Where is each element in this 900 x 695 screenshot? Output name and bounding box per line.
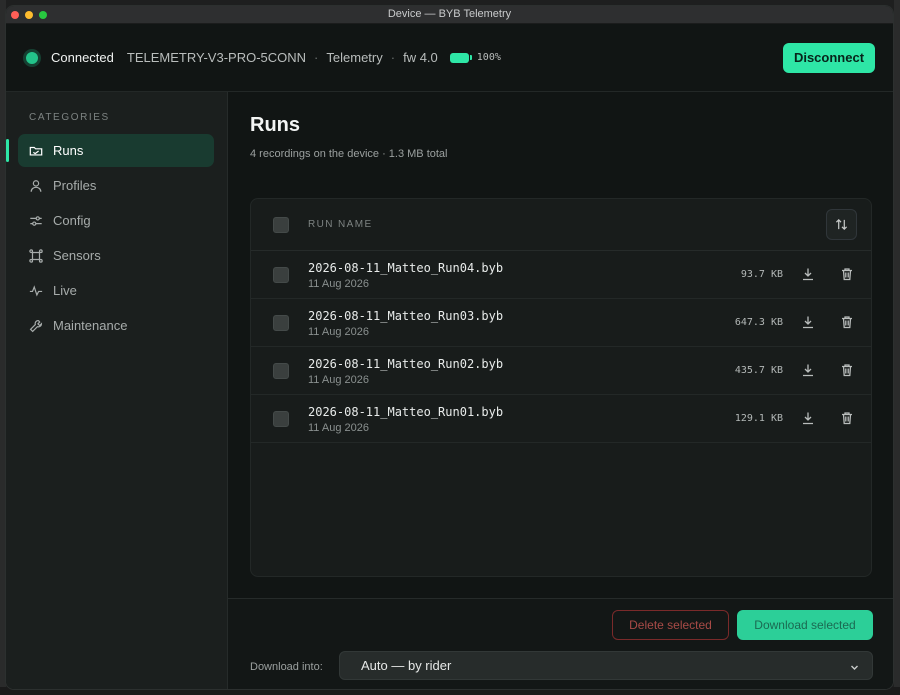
sidebar-item-runs[interactable]: Runs <box>6 134 214 167</box>
chevron-down-icon <box>849 660 860 671</box>
disconnect-button[interactable]: Disconnect <box>783 42 875 73</box>
firmware-version: fw 4.0 <box>403 50 438 65</box>
app-window: Device — BYB Telemetry Connected TELEMET… <box>5 5 894 690</box>
download-icon[interactable] <box>801 267 815 281</box>
run-date: 11 Aug 2026 <box>308 422 369 434</box>
download-icon[interactable] <box>801 315 815 329</box>
page-title: Runs <box>250 114 300 136</box>
sidebar-item-label: Live <box>53 283 77 298</box>
trash-icon[interactable] <box>840 315 854 329</box>
sort-button[interactable] <box>826 209 857 240</box>
sidebar-item-label: Profiles <box>53 178 97 193</box>
wrench-icon <box>29 319 43 333</box>
download-destination-select[interactable]: Auto — by rider <box>339 651 873 680</box>
run-size: 435.7 KB <box>734 365 783 376</box>
sort-icon <box>835 219 848 230</box>
download-icon[interactable] <box>801 363 815 377</box>
device-mode: Telemetry <box>326 50 383 65</box>
run-size: 647.3 KB <box>734 317 783 328</box>
row-checkbox[interactable] <box>273 363 289 379</box>
select-all-checkbox[interactable] <box>273 216 289 233</box>
sidebar-item-live[interactable]: Live <box>18 274 214 307</box>
run-name: 2026-08-11_Matteo_Run03.byb <box>308 309 504 323</box>
sliders-icon <box>29 214 43 228</box>
download-destination-value: Auto — by rider <box>361 658 452 673</box>
title-bar: Device — BYB Telemetry <box>6 6 893 24</box>
run-size: 93.7 KB <box>740 269 783 280</box>
connection-status-dot <box>26 51 38 64</box>
row-checkbox[interactable] <box>273 315 289 331</box>
device-name: TELEMETRY-V3-PRO-5CONN <box>126 50 307 65</box>
run-date: 11 Aug 2026 <box>308 278 369 290</box>
battery-indicator: 100% <box>449 52 501 63</box>
table-row[interactable]: 2026-08-11_Matteo_Run01.byb 11 Aug 2026 … <box>251 395 871 443</box>
run-name: 2026-08-11_Matteo_Run02.byb <box>308 357 504 371</box>
trash-icon[interactable] <box>840 267 854 281</box>
row-checkbox[interactable] <box>273 411 289 427</box>
desktop-right-edge <box>894 0 900 695</box>
sidebar-item-label: Config <box>53 213 91 228</box>
sidebar-item-label: Sensors <box>53 248 101 263</box>
sensors-icon <box>29 248 43 263</box>
connection-status: Connected <box>51 50 114 65</box>
main-content: Runs 4 recordings on the device · 1.3 MB… <box>228 92 893 689</box>
table-row[interactable]: 2026-08-11_Matteo_Run02.byb 11 Aug 2026 … <box>251 347 871 395</box>
table-header: RUN NAME <box>251 199 871 251</box>
download-selected-button[interactable]: Download selected <box>737 610 873 640</box>
device-header: Connected TELEMETRY-V3-PRO-5CONN · Telem… <box>6 24 893 92</box>
table-row[interactable]: 2026-08-11_Matteo_Run04.byb 11 Aug 2026 … <box>251 251 871 299</box>
run-date: 11 Aug 2026 <box>308 326 369 338</box>
trash-icon[interactable] <box>840 363 854 377</box>
separator: · <box>314 50 319 65</box>
run-name: 2026-08-11_Matteo_Run01.byb <box>308 405 504 419</box>
user-icon <box>29 179 43 193</box>
page-subtitle: 4 recordings on the device · 1.3 MB tota… <box>250 148 448 160</box>
download-into-label: Download into: <box>250 661 323 673</box>
column-header-run-name: RUN NAME <box>308 219 373 230</box>
sidebar-item-sensors[interactable]: Sensors <box>18 239 214 272</box>
sidebar-item-config[interactable]: Config <box>18 204 214 237</box>
sidebar-item-profiles[interactable]: Profiles <box>18 169 214 202</box>
run-date: 11 Aug 2026 <box>308 374 369 386</box>
delete-selected-button[interactable]: Delete selected <box>612 610 729 640</box>
trash-icon[interactable] <box>840 411 854 425</box>
battery-icon <box>449 52 469 63</box>
runs-table: RUN NAME 2026-08-11_Matteo_Run04.byb 11 … <box>250 198 872 577</box>
separator: · <box>390 50 396 65</box>
sidebar-item-label: Maintenance <box>53 318 128 333</box>
run-size: 129.1 KB <box>734 413 783 424</box>
window-title: Device — BYB Telemetry <box>387 8 512 20</box>
row-checkbox[interactable] <box>273 267 289 283</box>
sidebar: CATEGORIES Runs Profiles Config Sensors … <box>6 92 228 689</box>
table-row[interactable]: 2026-08-11_Matteo_Run03.byb 11 Aug 2026 … <box>251 299 871 347</box>
battery-percent: 100% <box>476 52 501 63</box>
download-icon[interactable] <box>801 411 815 425</box>
folder-icon <box>29 144 43 158</box>
pulse-icon <box>29 284 43 298</box>
sidebar-item-label: Runs <box>53 143 84 158</box>
run-name: 2026-08-11_Matteo_Run04.byb <box>308 261 504 275</box>
action-footer: Delete selected Download selected Downlo… <box>228 598 893 689</box>
sidebar-item-maintenance[interactable]: Maintenance <box>18 309 214 342</box>
sidebar-heading: CATEGORIES <box>29 112 110 123</box>
